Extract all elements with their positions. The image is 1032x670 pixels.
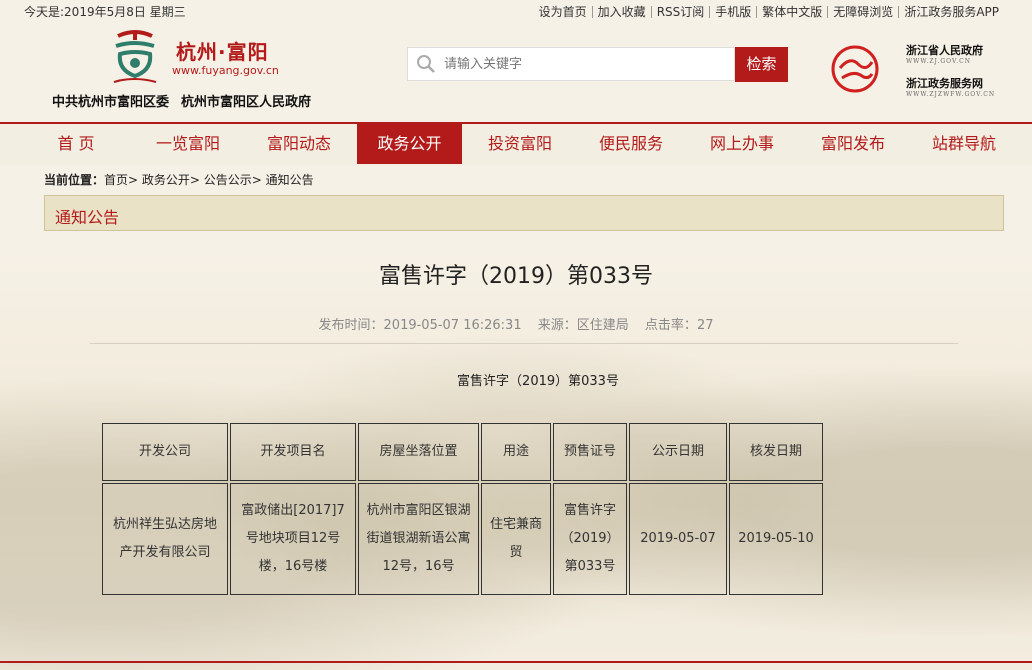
traditional-chinese-link[interactable]: 繁体中文版 [756, 6, 827, 18]
nav-site-group[interactable]: 站群导航 [910, 124, 1018, 164]
gov-links: 浙江省人民政府 WWW.ZJ.GOV.CN 浙江政务服务网 WWW.ZJZWFW… [906, 42, 995, 108]
publish-time-label: 发布时间： [318, 318, 384, 333]
presale-permit-table: 开发公司 开发项目名 房屋坐落位置 用途 预售证号 公示日期 核发日期 杭州祥生… [100, 421, 825, 597]
article-subtitle: 富售许字（2019）第033号 [457, 374, 619, 389]
cell-publicity-date: 2019-05-07 [629, 483, 727, 595]
mobile-link[interactable]: 手机版 [709, 6, 756, 18]
section-title-bar: 通知公告 [44, 195, 1004, 231]
search-button[interactable]: 检索 [735, 47, 788, 82]
top-bar: 今天是:2019年5月8日 星期三 设为首页 加入收藏 RSS订阅 手机版 繁体… [0, 0, 1032, 24]
header-permit-no: 预售证号 [553, 423, 627, 481]
nav-news[interactable]: 富阳动态 [245, 124, 353, 164]
header-usage: 用途 [481, 423, 551, 481]
header-location: 房屋坐落位置 [358, 423, 479, 481]
add-favorite-link[interactable]: 加入收藏 [591, 6, 651, 18]
clicks: 点击率：27 [645, 318, 714, 333]
zj-app-link[interactable]: 浙江政务服务APP [898, 6, 1004, 18]
footer-divider [0, 661, 1032, 663]
zj-service-link[interactable]: 浙江政务服务网 [906, 75, 995, 91]
zj-service-url: WWW.ZJZWFW.GOV.CN [906, 91, 996, 98]
cell-permit-no: 富售许字（2019）第033号 [553, 483, 627, 595]
zj-gov-link[interactable]: 浙江省人民政府 [906, 42, 995, 58]
header-developer: 开发公司 [102, 423, 228, 481]
rss-link[interactable]: RSS订阅 [650, 6, 710, 18]
site-header: 杭州·富阳 www.fuyang.gov.cn 中共杭州市富阳区委 杭州市富阳区人… [0, 24, 1032, 122]
accessibility-link[interactable]: 无障碍浏览 [827, 6, 898, 18]
zj-gov-url: WWW.ZJ.GOV.CN [906, 58, 972, 65]
table-row: 杭州祥生弘达房地产开发有限公司 富政储出[2017]7号地块项目12号楼，16号… [102, 483, 823, 595]
set-homepage-link[interactable]: 设为首页 [534, 6, 592, 18]
fuyang-logo-icon[interactable] [104, 26, 166, 88]
breadcrumb: 当前位置：首页> 政务公开> 公告公示> 通知公告 [44, 171, 314, 188]
zhejiang-gov-emblem-icon[interactable] [830, 44, 880, 94]
publish-time-value: 2019-05-07 16:26:31 [383, 318, 522, 333]
source-label: 来源： [537, 318, 577, 333]
nav-online-affairs[interactable]: 网上办事 [688, 124, 796, 164]
source: 来源：区住建局 [538, 318, 629, 333]
top-links: 设为首页 加入收藏 RSS订阅 手机版 繁体中文版 无障碍浏览 浙江政务服务AP… [534, 0, 1004, 18]
article-meta: 发布时间：2019-05-07 16:26:31 来源：区住建局 点击率：27 [0, 314, 1032, 333]
site-url: www.fuyang.gov.cn [172, 64, 279, 77]
nav-overview[interactable]: 一览富阳 [134, 124, 242, 164]
nav-gov-affairs[interactable]: 政务公开 [357, 124, 462, 164]
search-box [407, 47, 735, 81]
meta-divider [90, 343, 958, 344]
cell-project: 富政储出[2017]7号地块项目12号楼，16号楼 [230, 483, 356, 595]
clicks-label: 点击率： [644, 318, 697, 333]
header-project: 开发项目名 [230, 423, 356, 481]
district-committee: 中共杭州市富阳区委 [52, 95, 170, 110]
article-title: 富售许字（2019）第033号 [379, 264, 653, 289]
publish-time: 发布时间：2019-05-07 16:26:31 [319, 318, 522, 333]
section-title: 通知公告 [55, 208, 120, 227]
source-value: 区住建局 [576, 318, 629, 333]
search-icon [417, 55, 435, 73]
nav-home[interactable]: 首 页 [22, 124, 130, 164]
main-nav: 首 页 一览富阳 富阳动态 政务公开 投资富阳 便民服务 网上办事 富阳发布 站… [0, 122, 1032, 166]
cell-usage: 住宅兼商贸 [481, 483, 551, 595]
organization-names: 中共杭州市富阳区委 杭州市富阳区人民政府 [52, 91, 323, 110]
header-issue-date: 核发日期 [729, 423, 823, 481]
cell-developer: 杭州祥生弘达房地产开发有限公司 [102, 483, 228, 595]
nav-release[interactable]: 富阳发布 [799, 124, 907, 164]
site-name: 杭州·富阳 [176, 40, 269, 64]
table-header-row: 开发公司 开发项目名 房屋坐落位置 用途 预售证号 公示日期 核发日期 [102, 423, 823, 481]
nav-services[interactable]: 便民服务 [577, 124, 685, 164]
cell-issue-date: 2019-05-10 [729, 483, 823, 595]
header-publicity-date: 公示日期 [629, 423, 727, 481]
current-date: 今天是:2019年5月8日 星期三 [24, 5, 186, 19]
nav-investment[interactable]: 投资富阳 [466, 124, 574, 164]
search-input[interactable] [442, 55, 726, 73]
district-government: 杭州市富阳区人民政府 [181, 95, 312, 110]
breadcrumb-path[interactable]: 首页> 政务公开> 公告公示> 通知公告 [104, 173, 314, 187]
cell-location: 杭州市富阳区银湖街道银湖新语公寓12号，16号 [358, 483, 479, 595]
clicks-value: 27 [696, 318, 714, 333]
breadcrumb-prefix: 当前位置： [44, 173, 105, 187]
